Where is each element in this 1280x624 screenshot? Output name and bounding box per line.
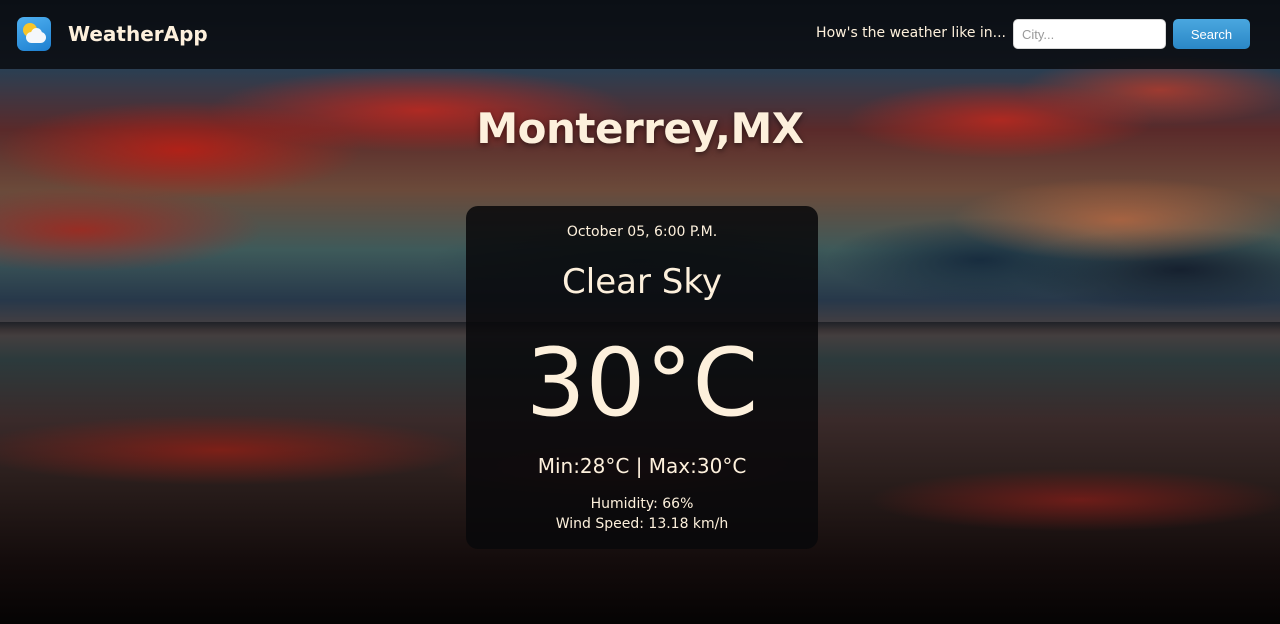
weather-sun-cloud-icon[interactable] <box>17 17 51 51</box>
temperature: 30°C <box>525 329 759 438</box>
navbar: WeatherApp How's the weather like in... … <box>0 0 1280 69</box>
weather-app-page: WeatherApp How's the weather like in... … <box>0 0 1280 624</box>
city-title: Monterrey,MX <box>476 104 804 153</box>
humidity: Humidity: 66% <box>590 496 694 512</box>
search-button[interactable]: Search <box>1173 19 1250 49</box>
date-time: October 05, 6:00 P.M. <box>566 224 718 240</box>
wind-speed: Wind Speed: 13.18 km/h <box>555 516 729 532</box>
search-prompt-label: How's the weather like in... <box>816 25 1006 41</box>
city-search-input[interactable] <box>1013 19 1166 49</box>
cloud-puff-shape <box>31 28 42 39</box>
weather-card: October 05, 6:00 P.M. Clear Sky 30°C Min… <box>466 206 818 549</box>
min-max-temperature: Min:28°C | Max:30°C <box>537 454 747 478</box>
weather-description: Clear Sky <box>562 262 722 302</box>
brand-name[interactable]: WeatherApp <box>68 22 208 46</box>
